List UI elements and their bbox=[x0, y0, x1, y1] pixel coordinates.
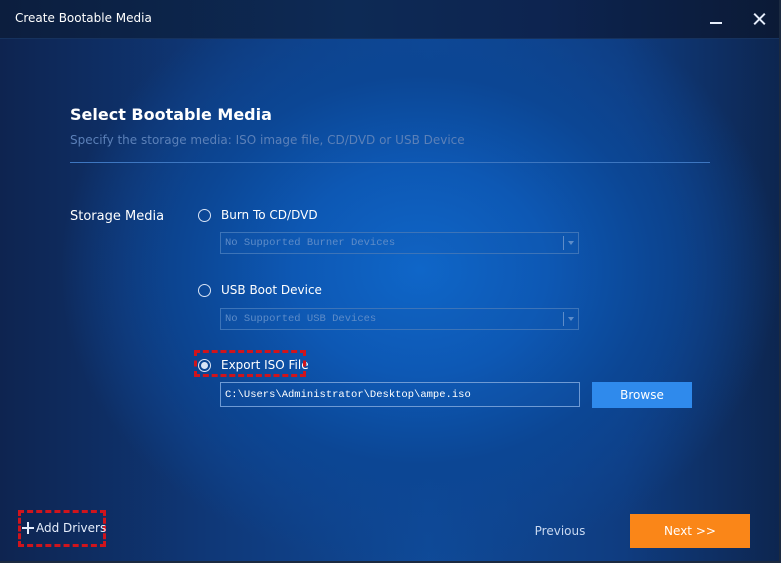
minimize-icon[interactable] bbox=[705, 8, 727, 30]
add-drivers-label: Add Drivers bbox=[36, 521, 107, 535]
browse-button[interactable]: Browse bbox=[592, 382, 692, 408]
radio-checked-icon[interactable] bbox=[198, 358, 211, 372]
usb-device-value: No Supported USB Devices bbox=[225, 313, 377, 325]
burner-device-select[interactable]: No Supported Burner Devices bbox=[220, 232, 579, 254]
radio-unchecked-icon[interactable] bbox=[198, 283, 211, 297]
usb-device-select[interactable]: No Supported USB Devices bbox=[220, 308, 579, 330]
previous-button[interactable]: Previous bbox=[520, 514, 600, 548]
chevron-down-icon[interactable] bbox=[568, 317, 574, 321]
radio-label-iso: Export ISO File bbox=[221, 358, 309, 372]
create-bootable-media-window: Create Bootable Media Select Bootable Me… bbox=[0, 0, 781, 563]
radio-unchecked-icon[interactable] bbox=[198, 208, 211, 222]
radio-label-burn: Burn To CD/DVD bbox=[221, 208, 318, 222]
iso-path-input[interactable] bbox=[220, 382, 580, 407]
next-button[interactable]: Next >> bbox=[630, 514, 750, 548]
radio-export-iso-file[interactable]: Export ISO File bbox=[198, 355, 309, 375]
chevron-down-icon[interactable] bbox=[568, 241, 574, 245]
window-title: Create Bootable Media bbox=[15, 11, 152, 25]
page-title: Select Bootable Media bbox=[70, 105, 272, 124]
select-separator bbox=[563, 312, 564, 326]
page-subtitle: Specify the storage media: ISO image fil… bbox=[70, 133, 465, 147]
burner-device-value: No Supported Burner Devices bbox=[225, 237, 396, 249]
plus-icon bbox=[22, 522, 34, 534]
radio-burn-cd-dvd[interactable]: Burn To CD/DVD bbox=[198, 205, 318, 225]
header-divider bbox=[70, 162, 710, 163]
select-separator bbox=[563, 236, 564, 250]
radio-label-usb: USB Boot Device bbox=[221, 283, 322, 297]
storage-media-label: Storage Media bbox=[70, 209, 165, 224]
title-bar: Create Bootable Media bbox=[0, 0, 779, 39]
radio-usb-boot-device[interactable]: USB Boot Device bbox=[198, 280, 322, 300]
close-icon[interactable] bbox=[749, 8, 771, 30]
add-drivers-button[interactable]: Add Drivers bbox=[18, 510, 106, 547]
